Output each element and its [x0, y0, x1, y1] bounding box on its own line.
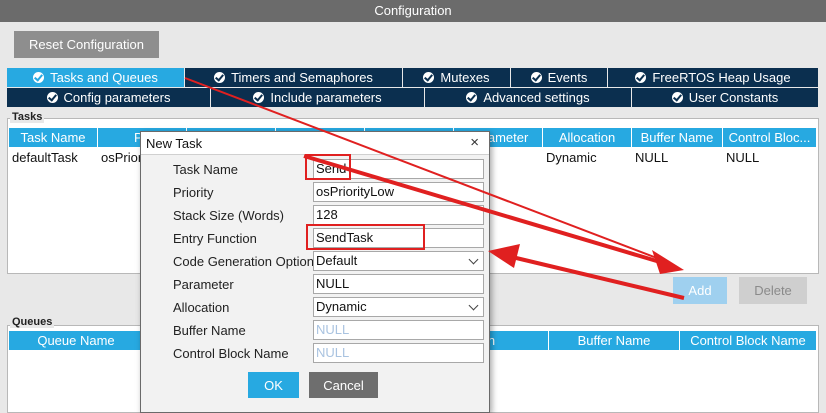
column-header[interactable]: Queue Name: [9, 331, 144, 350]
allocation-label: Allocation: [173, 300, 230, 315]
column-header[interactable]: Buffer Name: [632, 128, 723, 147]
cancel-button[interactable]: Cancel: [309, 372, 378, 398]
column-header[interactable]: Control Bloc...: [723, 128, 817, 147]
parameter-label: Parameter: [173, 277, 234, 292]
stack-size-label: Stack Size (Words): [173, 208, 285, 223]
tab-advanced-settings[interactable]: Advanced settings: [425, 88, 632, 107]
check-icon: [671, 92, 683, 103]
table-cell: defaultTask: [12, 150, 78, 165]
column-header[interactable]: Buffer Name: [549, 331, 680, 350]
priority-label: Priority: [173, 185, 214, 200]
column-header[interactable]: Control Block Name: [680, 331, 817, 350]
task-name-label: Task Name: [173, 162, 239, 177]
column-header[interactable]: Allocation: [543, 128, 632, 147]
add-task-button[interactable]: Add: [673, 277, 727, 304]
tab-row-secondary: Config parameters Include parameters Adv…: [7, 88, 819, 107]
code-generation-option-select[interactable]: Default: [313, 251, 484, 271]
dialog-titlebar: New Task ×: [141, 132, 489, 155]
window-title: Configuration: [0, 0, 826, 22]
table-cell: Dynamic: [546, 150, 597, 165]
check-icon: [530, 72, 542, 83]
check-icon: [214, 72, 226, 83]
delete-task-button[interactable]: Delete: [739, 277, 807, 304]
tab-freertos-heap-usage[interactable]: FreeRTOS Heap Usage: [608, 68, 819, 87]
tab-events[interactable]: Events: [511, 68, 608, 87]
check-icon: [635, 72, 647, 83]
check-icon: [423, 72, 435, 83]
table-cell: NULL: [726, 150, 760, 165]
tab-tasks-and-queues[interactable]: Tasks and Queues: [7, 68, 185, 87]
control-block-name-field[interactable]: NULL: [313, 343, 484, 363]
tab-row-primary: Tasks and Queues Timers and Semaphores M…: [7, 68, 819, 87]
entry-function-label: Entry Function: [173, 231, 257, 246]
allocation-select[interactable]: Dynamic: [313, 297, 484, 317]
queues-group-label: Queues: [10, 316, 55, 328]
close-icon[interactable]: ×: [470, 134, 479, 151]
column-header[interactable]: Task Name: [9, 128, 98, 147]
table-cell: NULL: [635, 150, 669, 165]
highlight-box-entry-function: [306, 224, 425, 250]
buffer-name-field[interactable]: NULL: [313, 320, 484, 340]
priority-field[interactable]: osPriorityLow: [313, 182, 484, 202]
reset-configuration-button[interactable]: Reset Configuration: [14, 31, 159, 58]
code-generation-option-value: Default: [316, 253, 358, 268]
allocation-value: Dynamic: [316, 299, 367, 314]
tab-user-constants[interactable]: User Constants: [632, 88, 819, 107]
highlight-box-task-name: [305, 154, 351, 180]
tasks-group-label: Tasks: [10, 111, 45, 123]
parameter-field[interactable]: NULL: [313, 274, 484, 294]
control-block-name-label: Control Block Name: [173, 346, 289, 361]
tab-mutexes[interactable]: Mutexes: [403, 68, 511, 87]
chevron-down-icon: [468, 300, 479, 311]
dialog-title: New Task: [146, 136, 203, 151]
check-icon: [466, 92, 478, 103]
tab-include-parameters[interactable]: Include parameters: [211, 88, 425, 107]
check-icon: [253, 92, 265, 103]
buffer-name-label: Buffer Name: [173, 323, 246, 338]
tab-config-parameters[interactable]: Config parameters: [7, 88, 211, 107]
ok-button[interactable]: OK: [248, 372, 299, 398]
check-icon: [46, 92, 58, 103]
chevron-down-icon: [468, 254, 479, 265]
stack-size-field[interactable]: 128: [313, 205, 484, 225]
check-icon: [33, 72, 45, 83]
code-generation-option-label: Code Generation Option: [173, 254, 314, 269]
tab-timers-and-semaphores[interactable]: Timers and Semaphores: [185, 68, 403, 87]
